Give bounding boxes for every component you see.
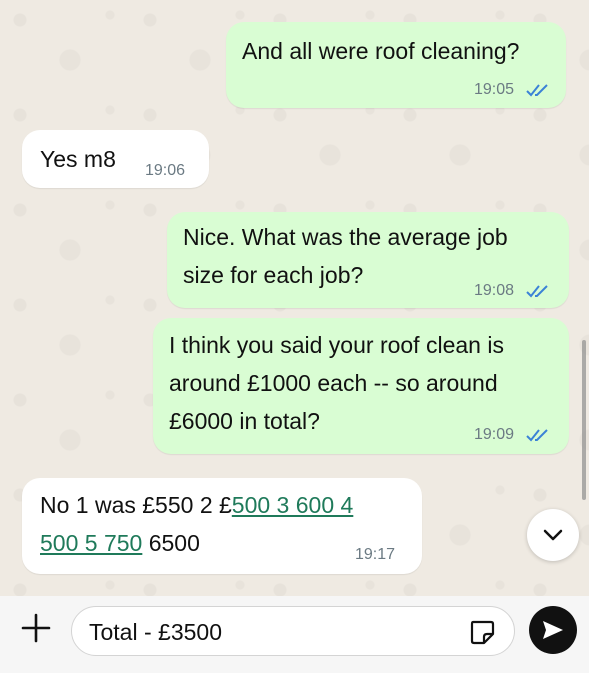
message-text: size for each job?: [183, 262, 364, 288]
phone-number-link[interactable]: 500 5 750: [40, 530, 142, 556]
message-text: And all were roof cleaning?: [242, 38, 520, 64]
phone-number-link[interactable]: 500 3 600 4: [232, 492, 354, 518]
send-icon: [543, 621, 563, 639]
message-input-text[interactable]: Total - £3500: [89, 619, 222, 645]
send-button[interactable]: [529, 606, 577, 654]
chevron-down-icon: [543, 529, 563, 541]
message-text: Nice. What was the average job: [183, 224, 508, 250]
message-text: 6500: [142, 530, 200, 556]
message-text: I think you said your roof clean is: [169, 332, 504, 358]
plus-icon[interactable]: [20, 612, 52, 644]
message-text-line: 500 5 750 6500: [40, 524, 200, 562]
incoming-message[interactable]: No 1 was £550 2 £500 3 600 4 500 5 750 6…: [22, 478, 422, 574]
message-input[interactable]: Total - £3500: [71, 606, 515, 656]
scrollbar[interactable]: [582, 340, 586, 500]
message-text: £6000 in total?: [169, 408, 320, 434]
double-check-icon: [526, 285, 548, 298]
message-time: 19:06: [145, 162, 186, 179]
double-check-icon: [526, 429, 548, 442]
message-time: 19:08: [474, 282, 515, 299]
message-time: 19:05: [474, 81, 515, 98]
scroll-down-button[interactable]: [527, 509, 579, 561]
compose-bar: Total - £3500: [0, 596, 589, 673]
outgoing-message[interactable]: Nice. What was the average job size for …: [167, 212, 569, 308]
sticker-icon[interactable]: [468, 618, 496, 646]
message-text-line: No 1 was £550 2 £500 3 600 4: [40, 486, 353, 524]
message-time: 19:09: [474, 426, 515, 443]
message-text: No 1 was £550 2 £: [40, 492, 232, 518]
message-text: around £1000 each -- so around: [169, 370, 498, 396]
message-text: Yes m8: [40, 146, 116, 172]
double-check-icon: [526, 84, 548, 97]
outgoing-message[interactable]: And all were roof cleaning? 19:05: [226, 22, 566, 108]
message-time: 19:17: [355, 546, 396, 563]
incoming-message[interactable]: Yes m8 19:06: [22, 130, 209, 188]
outgoing-message[interactable]: I think you said your roof clean is arou…: [153, 318, 569, 454]
